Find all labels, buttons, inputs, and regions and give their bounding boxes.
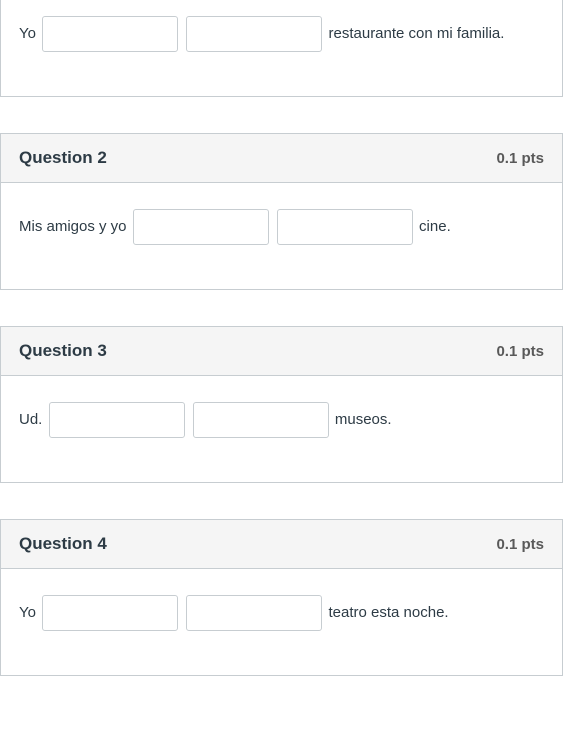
blank-input-3b[interactable] — [193, 402, 329, 438]
question-header: Question 4 0.1 pts — [1, 520, 562, 569]
question-title: Question 3 — [19, 341, 107, 361]
sentence-before: Yo — [19, 604, 36, 621]
sentence-before: Mis amigos y yo — [19, 218, 127, 235]
question-body: Ud. museos. — [1, 376, 562, 482]
question-block-2: Question 2 0.1 pts Mis amigos y yo cine. — [0, 133, 563, 290]
blank-input-2b[interactable] — [277, 209, 413, 245]
blank-input-4a[interactable] — [42, 595, 178, 631]
sentence-after: cine. — [419, 218, 451, 235]
question-block-3: Question 3 0.1 pts Ud. museos. — [0, 326, 563, 483]
question-title: Question 2 — [19, 148, 107, 168]
blank-input-3a[interactable] — [49, 402, 185, 438]
blank-input-1a[interactable] — [42, 16, 178, 52]
question-points: 0.1 pts — [496, 343, 544, 360]
question-points: 0.1 pts — [496, 536, 544, 553]
question-block-4: Question 4 0.1 pts Yo teatro esta noche. — [0, 519, 563, 676]
sentence-after: museos. — [335, 411, 392, 428]
question-header: Question 3 0.1 pts — [1, 327, 562, 376]
question-body: Yo restaurante con mi familia. — [1, 0, 562, 96]
question-body: Yo teatro esta noche. — [1, 569, 562, 675]
question-block-1: Yo restaurante con mi familia. — [0, 0, 563, 97]
blank-input-1b[interactable] — [186, 16, 322, 52]
question-body: Mis amigos y yo cine. — [1, 183, 562, 289]
question-points: 0.1 pts — [496, 150, 544, 167]
question-title: Question 4 — [19, 534, 107, 554]
sentence-after: restaurante con mi familia. — [329, 25, 505, 42]
question-header: Question 2 0.1 pts — [1, 134, 562, 183]
blank-input-4b[interactable] — [186, 595, 322, 631]
sentence-before: Yo — [19, 25, 36, 42]
blank-input-2a[interactable] — [133, 209, 269, 245]
sentence-after: teatro esta noche. — [329, 604, 449, 621]
sentence-before: Ud. — [19, 411, 42, 428]
